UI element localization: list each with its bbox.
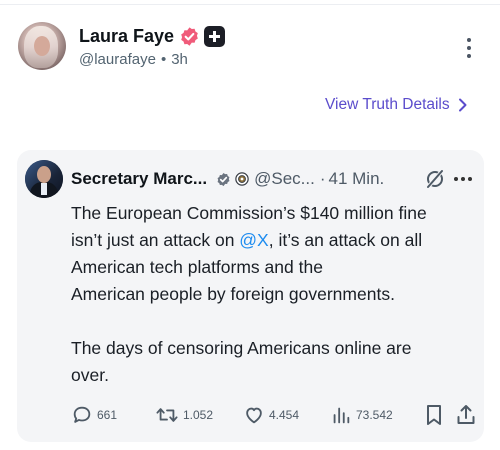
repost-count: 1.052 [183, 408, 214, 422]
repost-button[interactable]: 1.052 [155, 403, 213, 427]
handle-separator: • [160, 51, 167, 68]
views-icon [333, 407, 350, 424]
quoted-text-line: American tech platforms and the [71, 257, 323, 277]
action-bar: 661 1.052 4.454 73.542 [71, 403, 481, 427]
quoted-author-avatar[interactable] [25, 160, 63, 198]
gray-check-icon [217, 172, 230, 186]
post-header: Laura Faye @laurafaye • 3h [18, 22, 484, 74]
quoted-text-line: over. [71, 365, 109, 385]
quoted-text-line: American people by foreign governments. [71, 284, 395, 304]
quoted-text-line: isn’t just an attack on @X, it’s an atta… [71, 227, 476, 254]
verified-badge-icon [181, 26, 198, 46]
views-count: 73.542 [356, 408, 393, 422]
edited-icon[interactable] [424, 168, 446, 190]
chevron-right-icon [458, 98, 467, 112]
reply-count: 661 [97, 408, 118, 422]
author-handle[interactable]: @laurafaye [79, 51, 156, 68]
view-truth-details-link[interactable]: View Truth Details [325, 94, 468, 116]
author-avatar[interactable] [18, 22, 66, 70]
more-icon[interactable] [454, 177, 472, 181]
quoted-post-card[interactable]: Secretary Marc... @Sec... · 41 Min. The … [17, 150, 484, 442]
reply-button[interactable]: 661 [71, 403, 117, 427]
view-truth-details-label: View Truth Details [325, 96, 450, 113]
reply-icon [73, 406, 91, 423]
quoted-text-segment: , it’s an attack on all [268, 230, 423, 250]
quoted-text-segment: isn’t just an attack on [71, 230, 240, 250]
government-seal-icon [235, 172, 249, 186]
quoted-post-text: The European Commission’s $140 million f… [71, 200, 476, 389]
quoted-author-handle[interactable]: @Sec... [254, 169, 315, 189]
post-time[interactable]: 3h [171, 51, 188, 68]
quoted-post-time[interactable]: 41 Min. [329, 169, 385, 189]
kebab-menu-icon[interactable] [459, 34, 479, 62]
author-display-name[interactable]: Laura Faye [79, 26, 174, 47]
like-count: 4.454 [269, 408, 300, 422]
like-button[interactable]: 4.454 [243, 403, 299, 427]
plus-badge-icon [204, 25, 226, 47]
author-name-row: Laura Faye [79, 24, 226, 48]
quoted-text-line: The days of censoring Americans online a… [71, 338, 412, 358]
bookmark-icon[interactable] [423, 403, 445, 427]
views-button[interactable]: 73.542 [330, 403, 393, 427]
share-icon[interactable] [455, 403, 477, 427]
quoted-separator: · [319, 169, 326, 188]
quoted-text-line: The European Commission’s $140 million f… [71, 203, 427, 223]
author-handle-row: @laurafaye • 3h [79, 51, 188, 68]
top-divider [0, 4, 500, 5]
mention-link[interactable]: @X [239, 230, 268, 250]
quoted-author-name[interactable]: Secretary Marc... [71, 169, 207, 189]
like-icon [246, 407, 262, 424]
repost-icon [156, 408, 178, 422]
quoted-author-row: Secretary Marc... @Sec... · 41 Min. [71, 167, 384, 191]
